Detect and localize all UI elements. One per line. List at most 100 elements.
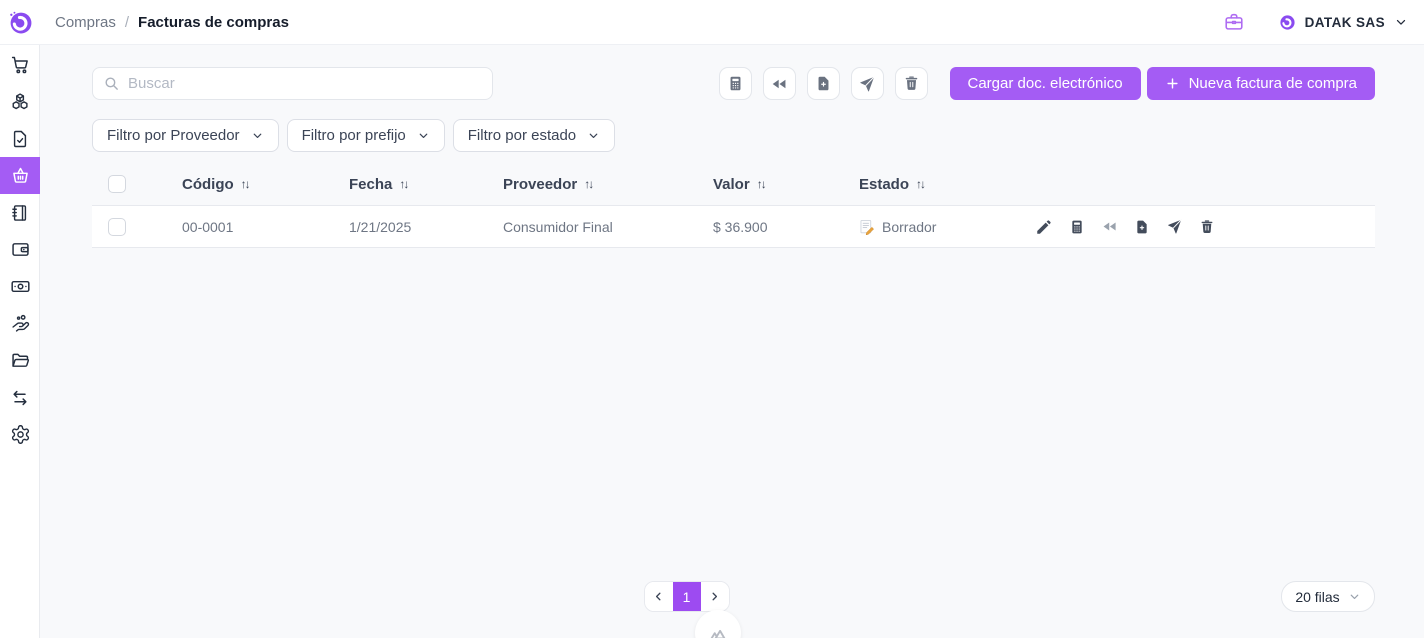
breadcrumb-separator: /: [125, 14, 129, 31]
calculator-icon: [1069, 219, 1085, 235]
filter-provider[interactable]: Filtro por Proveedor: [92, 119, 279, 152]
filter-prefix[interactable]: Filtro por prefijo: [287, 119, 445, 152]
filter-status[interactable]: Filtro por estado: [453, 119, 615, 152]
sidebar-item-purchases[interactable]: [0, 157, 40, 194]
pagination-prev-button[interactable]: [645, 582, 673, 611]
sidebar-item-wallet[interactable]: [0, 231, 40, 268]
sort-icon[interactable]: ↑↓: [399, 177, 409, 191]
cell-valor: $ 36.900: [713, 219, 859, 235]
banknote-icon: [10, 276, 31, 297]
bulk-account-button[interactable]: [719, 67, 752, 100]
bulk-revert-button[interactable]: [763, 67, 796, 100]
row-duplicate-button[interactable]: [1134, 219, 1150, 235]
header-checkbox-cell: [92, 175, 182, 193]
sidebar: [0, 45, 40, 638]
new-purchase-invoice-button[interactable]: Nueva factura de compra: [1147, 67, 1375, 100]
invoices-table: Código ↑↓ Fecha ↑↓ Proveedor ↑↓ Valor ↑↓…: [92, 163, 1375, 248]
cell-estado: Borrador: [859, 219, 1035, 235]
sort-icon[interactable]: ↑↓: [757, 177, 767, 191]
cell-codigo: 00-0001: [182, 219, 349, 235]
sidebar-item-sales[interactable]: [0, 46, 40, 83]
column-header-valor[interactable]: Valor ↑↓: [713, 176, 859, 193]
mountains-icon: [706, 621, 730, 638]
column-header-proveedor[interactable]: Proveedor ↑↓: [503, 176, 713, 193]
chevron-right-icon: [708, 590, 721, 603]
row-edit-button[interactable]: [1035, 218, 1053, 236]
load-doc-label: Cargar doc. electrónico: [968, 75, 1123, 92]
column-label: Proveedor: [503, 176, 577, 193]
sort-icon[interactable]: ↑↓: [241, 177, 251, 191]
file-plus-icon: [815, 75, 832, 92]
load-electronic-doc-button[interactable]: Cargar doc. electrónico: [950, 67, 1141, 100]
top-bar: Compras / Facturas de compras DATAK SAS: [0, 0, 1424, 45]
sort-icon[interactable]: ↑↓: [584, 177, 594, 191]
table-row: 00-0001 1/21/2025 Consumidor Final $ 36.…: [92, 206, 1375, 248]
edit-icon: [1035, 218, 1053, 236]
row-checkbox-cell: [92, 218, 182, 236]
column-header-fecha[interactable]: Fecha ↑↓: [349, 176, 503, 193]
main-content: Cargar doc. electrónico Nueva factura de…: [40, 45, 1424, 638]
sidebar-item-transfers[interactable]: [0, 379, 40, 416]
column-label: Fecha: [349, 176, 392, 193]
chevron-down-icon: [251, 129, 264, 142]
sidebar-item-payroll[interactable]: [0, 305, 40, 342]
app-logo-icon[interactable]: [8, 10, 33, 35]
pagination-next-button[interactable]: [701, 582, 729, 611]
briefcase-button[interactable]: [1219, 7, 1249, 37]
rows-per-page-select[interactable]: 20 filas: [1281, 581, 1375, 612]
bulk-delete-button[interactable]: [895, 67, 928, 100]
sort-icon[interactable]: ↑↓: [916, 177, 926, 191]
sidebar-item-accounting[interactable]: [0, 194, 40, 231]
cart-icon: [10, 54, 31, 75]
bulk-duplicate-button[interactable]: [807, 67, 840, 100]
row-checkbox[interactable]: [108, 218, 126, 236]
table-empty-area: [92, 248, 1375, 581]
status-badge: Borrador: [882, 219, 936, 235]
breadcrumb-parent[interactable]: Compras: [55, 14, 116, 31]
basket-icon: [10, 165, 31, 186]
row-account-button[interactable]: [1069, 219, 1085, 235]
table-header-row: Código ↑↓ Fecha ↑↓ Proveedor ↑↓ Valor ↑↓…: [92, 163, 1375, 206]
rewind-icon: [1101, 218, 1118, 235]
cell-fecha: 1/21/2025: [349, 219, 503, 235]
row-actions: [1035, 218, 1215, 236]
company-name: DATAK SAS: [1305, 15, 1385, 30]
row-delete-button[interactable]: [1199, 219, 1215, 235]
filter-status-label: Filtro por estado: [468, 127, 576, 144]
pagination-page-1[interactable]: 1: [673, 582, 701, 611]
sidebar-item-documents[interactable]: [0, 120, 40, 157]
column-header-estado[interactable]: Estado ↑↓: [859, 176, 1035, 193]
sidebar-item-settings[interactable]: [0, 416, 40, 453]
row-send-button[interactable]: [1166, 218, 1183, 235]
sidebar-item-cash[interactable]: [0, 268, 40, 305]
column-header-codigo[interactable]: Código ↑↓: [182, 176, 349, 193]
document-check-icon: [10, 129, 30, 149]
company-switcher[interactable]: DATAK SAS: [1279, 14, 1408, 31]
bulk-send-button[interactable]: [851, 67, 884, 100]
send-icon: [858, 75, 876, 93]
column-label: Estado: [859, 176, 909, 193]
filters: Filtro por Proveedor Filtro por prefijo …: [92, 119, 1375, 152]
folder-icon: [10, 350, 31, 371]
packages-icon: [10, 91, 31, 112]
trash-icon: [903, 75, 920, 92]
pagination: 1: [644, 581, 730, 612]
transfer-icon: [10, 388, 30, 408]
trash-icon: [1199, 219, 1215, 235]
sidebar-item-inventory[interactable]: [0, 83, 40, 120]
sidebar-item-files[interactable]: [0, 342, 40, 379]
chevron-down-icon: [587, 129, 600, 142]
chevron-down-icon: [1348, 590, 1361, 603]
toolbar: Cargar doc. electrónico Nueva factura de…: [92, 67, 1375, 100]
select-all-checkbox[interactable]: [108, 175, 126, 193]
plus-icon: [1165, 76, 1180, 91]
column-label: Valor: [713, 176, 750, 193]
search-input[interactable]: [128, 75, 482, 92]
gear-icon: [10, 424, 31, 445]
row-revert-button[interactable]: [1101, 218, 1118, 235]
rewind-icon: [770, 75, 788, 93]
chevron-down-icon: [1394, 15, 1408, 29]
search-box: [92, 67, 493, 100]
cell-proveedor: Consumidor Final: [503, 219, 713, 235]
chevron-left-icon: [652, 590, 665, 603]
